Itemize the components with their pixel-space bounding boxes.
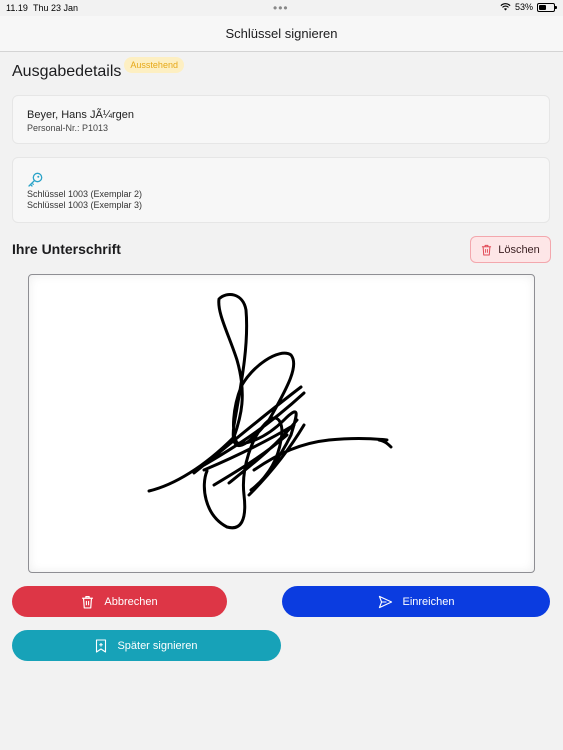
details-header: Ausgabedetails Ausstehend xyxy=(12,57,184,81)
signature-header: Ihre Unterschrift xyxy=(12,241,121,259)
page-title: Schlüssel signieren xyxy=(225,26,338,41)
personnel-number: Personal-Nr.: P1013 xyxy=(27,123,109,133)
person-name: Beyer, Hans JÃ¼rgen xyxy=(27,109,135,121)
multitasking-dots[interactable]: ••• xyxy=(273,1,289,15)
status-time: 11.19 xyxy=(6,3,28,13)
battery-fill xyxy=(539,4,547,10)
clear-label: Löschen xyxy=(498,243,540,256)
battery-icon xyxy=(537,2,557,12)
list-item: Schlüssel 1003 (Exemplar 2) xyxy=(27,189,143,199)
status-right: 53% xyxy=(500,2,557,12)
sign-later-label: Später signieren xyxy=(117,639,198,652)
cancel-button[interactable]: Abbrechen xyxy=(12,586,227,617)
trash-icon xyxy=(82,595,94,609)
bookmark-add-icon xyxy=(96,638,107,653)
key-icon xyxy=(28,172,43,187)
cancel-label: Abbrechen xyxy=(104,595,158,608)
list-item: Schlüssel 1003 (Exemplar 3) xyxy=(27,200,143,210)
battery-percent: 53% xyxy=(514,2,533,12)
keys-card: Schlüssel 1003 (Exemplar 2) Schlüssel 10… xyxy=(12,157,550,223)
status-bar: 11.19 Thu 23 Jan ••• 53% xyxy=(0,0,563,16)
status-badge: Ausstehend xyxy=(124,57,184,73)
send-icon xyxy=(378,595,392,608)
trash-icon xyxy=(482,244,492,256)
sign-later-button[interactable]: Später signieren xyxy=(12,630,281,661)
status-date: Thu 23 Jan xyxy=(33,3,79,13)
signature-pad[interactable] xyxy=(28,274,535,573)
submit-label: Einreichen xyxy=(402,595,455,608)
submit-button[interactable]: Einreichen xyxy=(282,586,550,617)
signature-title: Ihre Unterschrift xyxy=(12,241,121,257)
nav-bar: Schlüssel signieren xyxy=(0,16,563,52)
details-title: Ausgabedetails xyxy=(12,63,122,80)
clear-signature-button[interactable]: Löschen xyxy=(470,236,551,263)
wifi-icon xyxy=(500,3,511,11)
person-card: Beyer, Hans JÃ¼rgen Personal-Nr.: P1013 xyxy=(12,95,550,144)
key-list: Schlüssel 1003 (Exemplar 2) Schlüssel 10… xyxy=(27,189,535,211)
signature-stroke xyxy=(147,292,393,530)
